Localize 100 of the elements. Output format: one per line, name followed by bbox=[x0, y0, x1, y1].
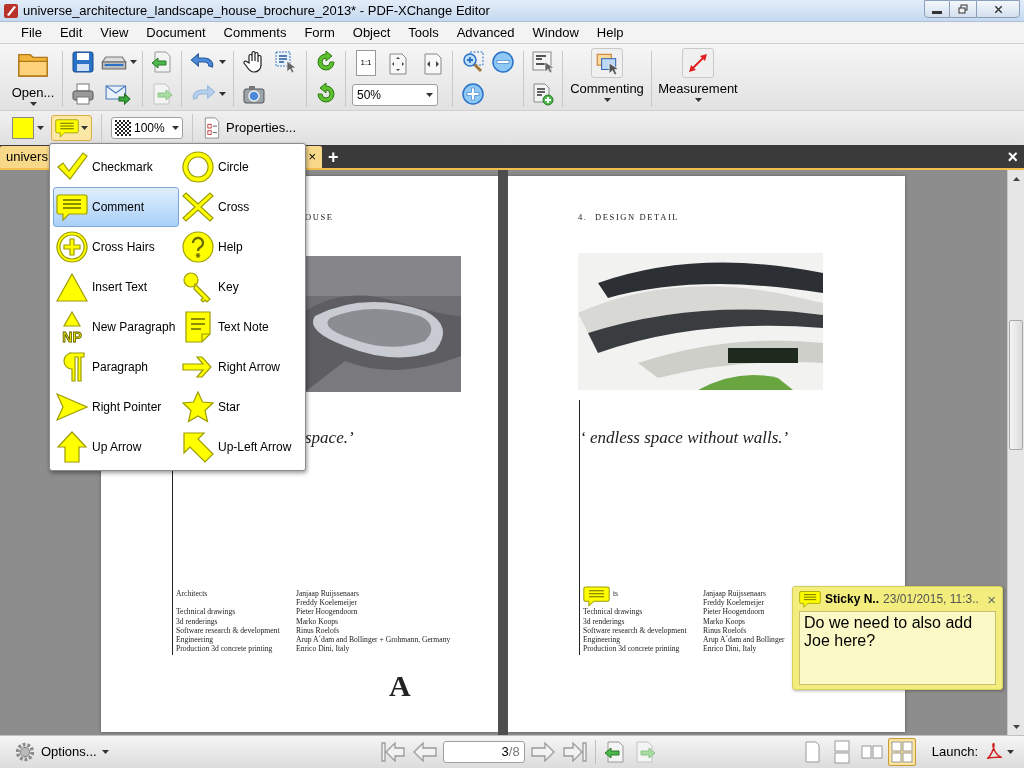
icon-menu-item[interactable]: Star bbox=[179, 387, 305, 427]
next-page-icon bbox=[529, 741, 556, 763]
pdf-icon bbox=[984, 742, 1004, 762]
close-button[interactable] bbox=[976, 0, 1020, 18]
down-arrow-icon bbox=[1012, 724, 1020, 729]
icon-menu-item[interactable]: Up Arrow bbox=[53, 427, 179, 467]
gear-icon bbox=[14, 741, 36, 763]
cross-icon bbox=[182, 191, 214, 223]
printer-icon bbox=[71, 82, 95, 106]
menu-item[interactable]: Advanced bbox=[456, 23, 515, 42]
scrollbar-thumb[interactable] bbox=[1009, 320, 1023, 450]
icon-menu-item[interactable]: Up-Left Arrow bbox=[179, 427, 305, 467]
pull-quote: space.’ bbox=[305, 427, 354, 449]
icon-menu-item[interactable]: Help bbox=[179, 227, 305, 267]
restore-icon bbox=[957, 3, 969, 15]
note-close-button[interactable]: × bbox=[987, 591, 996, 607]
properties-button[interactable]: Properties... bbox=[202, 117, 297, 139]
window-title: universe_architecture_landscape_house_brochure_2013* - PDF-XChange Editor bbox=[23, 1, 490, 20]
pull-quote: ‘ endless space without walls.’ bbox=[580, 427, 789, 449]
caret-icon bbox=[101, 750, 109, 754]
zoom-combo-box[interactable]: 50% bbox=[352, 84, 438, 106]
caret-icon bbox=[219, 60, 226, 64]
page-back-icon bbox=[150, 50, 174, 74]
typewriter-button[interactable] bbox=[530, 48, 556, 76]
triangle-icon bbox=[56, 271, 88, 303]
first-page-icon bbox=[379, 741, 406, 763]
icon-menu-item[interactable]: Right Arrow bbox=[179, 347, 305, 387]
icon-style-button[interactable] bbox=[51, 115, 92, 141]
page-number-field[interactable]: 3/8 bbox=[442, 741, 525, 763]
menu-item[interactable]: File bbox=[21, 23, 42, 42]
menu-item[interactable]: Object bbox=[352, 23, 391, 42]
caret-icon bbox=[426, 93, 433, 97]
note-icon bbox=[182, 311, 214, 343]
icon-menu-item[interactable]: Cross bbox=[179, 187, 305, 227]
measurement-icon bbox=[686, 51, 710, 75]
icon-menu-item[interactable]: Paragraph bbox=[53, 347, 179, 387]
app-icon bbox=[3, 2, 19, 19]
zoom-out-button[interactable] bbox=[489, 48, 517, 76]
pointer-icon bbox=[56, 391, 88, 423]
zoom-in-icon bbox=[461, 50, 485, 74]
properties-icon bbox=[202, 117, 222, 139]
menu-item[interactable]: Comments bbox=[223, 23, 287, 42]
menu-item[interactable]: Form bbox=[304, 23, 335, 42]
menu-item[interactable]: Tools bbox=[408, 23, 439, 42]
zoom-in-button[interactable] bbox=[459, 80, 487, 108]
menu-item[interactable]: View bbox=[100, 23, 129, 42]
menu-item[interactable]: Window bbox=[532, 23, 579, 42]
note-date: 23/01/2015, 11:3.. bbox=[883, 591, 979, 608]
caret-icon bbox=[29, 102, 37, 106]
icon-menu-item[interactable]: Cross Hairs bbox=[53, 227, 179, 267]
facing-continuous-button[interactable] bbox=[887, 738, 916, 766]
commenting-button[interactable]: Commenting bbox=[569, 48, 645, 108]
page-heading: 4. DESIGN DETAIL bbox=[578, 211, 680, 224]
caret-icon bbox=[603, 98, 611, 102]
last-page-icon bbox=[561, 741, 588, 763]
save-button[interactable] bbox=[69, 48, 97, 76]
close-all-button[interactable]: × bbox=[1007, 147, 1018, 167]
options-button[interactable]: Options... bbox=[14, 741, 109, 763]
up-arrow-icon bbox=[56, 431, 88, 463]
typewriter-icon bbox=[531, 50, 555, 74]
open-button[interactable]: Open... bbox=[10, 48, 56, 108]
icon-menu-item[interactable]: Circle bbox=[179, 147, 305, 187]
icon-menu-item[interactable]: Key bbox=[179, 267, 305, 307]
caret-icon bbox=[37, 126, 44, 130]
maximize-button[interactable] bbox=[950, 0, 976, 18]
icon-menu-item[interactable]: Comment bbox=[53, 187, 179, 227]
actual-size-button[interactable]: 1:1 bbox=[356, 50, 376, 76]
minimize-button[interactable] bbox=[924, 0, 950, 18]
add-text-button[interactable] bbox=[530, 80, 556, 108]
up-left-arrow-icon bbox=[182, 431, 214, 463]
caret-icon bbox=[129, 60, 137, 64]
page-grid-icon bbox=[889, 740, 914, 764]
launch-button[interactable] bbox=[984, 742, 1014, 762]
speech-bubble-icon bbox=[799, 589, 821, 609]
previous-page-icon bbox=[411, 741, 438, 763]
caret-icon bbox=[81, 126, 88, 130]
color-swatch[interactable] bbox=[12, 117, 34, 139]
measurement-button[interactable]: Measurement bbox=[658, 48, 738, 108]
page-back-icon bbox=[602, 740, 627, 764]
tab-close-button[interactable]: × bbox=[306, 150, 318, 164]
opacity-combo-box[interactable]: 100% bbox=[111, 117, 183, 139]
star-icon bbox=[182, 391, 214, 423]
icon-menu-item[interactable]: Insert Text bbox=[53, 267, 179, 307]
help-icon bbox=[182, 231, 214, 263]
icon-menu-item[interactable]: Checkmark bbox=[53, 147, 179, 187]
note-text-field[interactable]: Do we need to also add Joe here? bbox=[799, 611, 996, 685]
checkerboard-icon bbox=[115, 120, 131, 136]
icon-menu-item[interactable]: NP New Paragraph bbox=[53, 307, 179, 347]
crosshairs-icon bbox=[56, 231, 88, 263]
menu-item[interactable]: Edit bbox=[59, 23, 83, 42]
menu-item[interactable]: Document bbox=[146, 23, 206, 42]
print-button[interactable] bbox=[69, 80, 97, 108]
new-tab-button[interactable]: + bbox=[326, 147, 341, 167]
fit-width-icon bbox=[421, 52, 445, 76]
icon-menu-item[interactable]: Right Pointer bbox=[53, 387, 179, 427]
menu-item[interactable]: Help bbox=[596, 23, 624, 42]
icon-menu-item[interactable]: Text Note bbox=[179, 307, 305, 347]
page-forward-icon bbox=[150, 82, 174, 106]
text-select-icon bbox=[274, 50, 298, 74]
rotate-clockwise-icon bbox=[314, 50, 338, 74]
